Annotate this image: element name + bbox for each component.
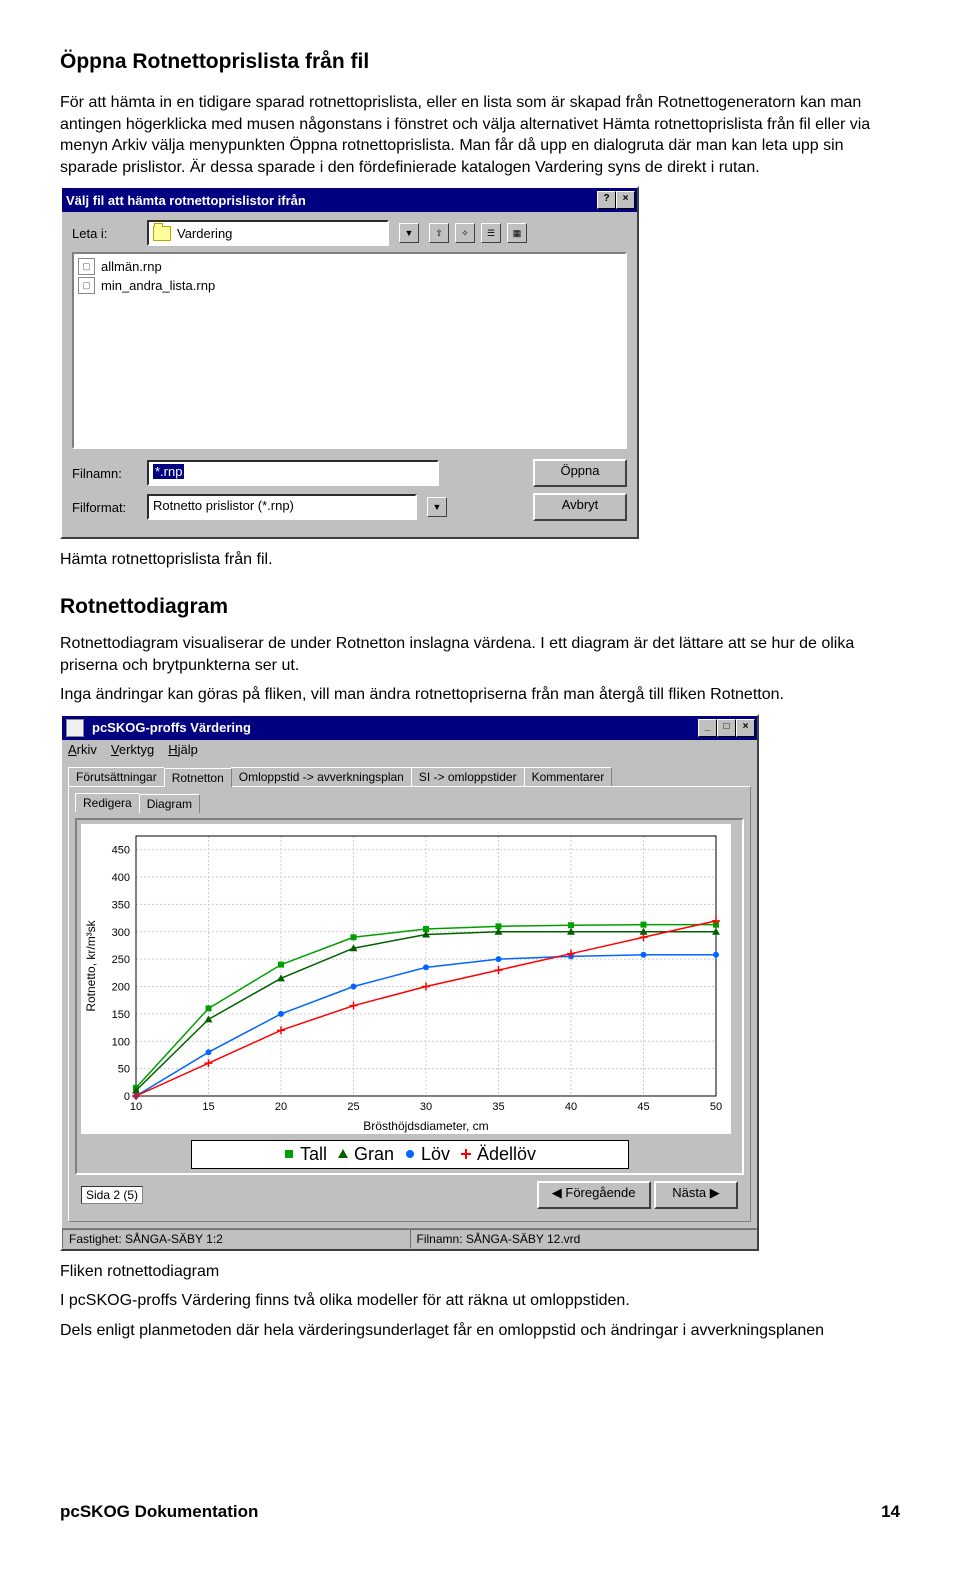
app-titlebar: pcSKOG-proffs Värdering _ □ ×	[62, 716, 757, 740]
close-icon[interactable]: ×	[736, 719, 755, 737]
body-paragraph: I pcSKOG-proffs Värdering finns två olik…	[60, 1290, 900, 1312]
maximize-icon[interactable]: □	[717, 719, 736, 737]
svg-text:50: 50	[710, 1101, 722, 1113]
svg-text:200: 200	[112, 981, 130, 993]
app-window: pcSKOG-proffs Värdering _ □ × Arkiv Verk…	[60, 714, 759, 1251]
menubar: Arkiv Verktyg Hjälp	[62, 740, 757, 759]
tab-forutsattningar[interactable]: Förutsättningar	[68, 767, 165, 786]
tab-si-omloppstider[interactable]: SI -> omloppstider	[411, 767, 525, 786]
look-in-combo[interactable]: Vardering	[147, 220, 389, 246]
legend-adellov: Ädellöv	[460, 1144, 536, 1165]
footer-title: pcSKOG Dokumentation	[60, 1502, 258, 1522]
svg-text:40: 40	[565, 1101, 577, 1113]
titlebar: Välj fil att hämta rotnettoprislistor if…	[62, 188, 637, 212]
look-in-label: Leta i:	[72, 226, 137, 241]
main-tabs: Förutsättningar Rotnetton Omloppstid -> …	[68, 767, 751, 786]
new-folder-icon[interactable]: ✧	[455, 223, 475, 243]
chevron-down-icon[interactable]: ▼	[399, 223, 419, 243]
tab-kommentarer[interactable]: Kommentarer	[524, 767, 613, 786]
svg-text:Brösthöjdsdiameter, cm: Brösthöjdsdiameter, cm	[363, 1119, 488, 1133]
status-filnamn: Filnamn: SÅNGA-SÄBY 12.vrd	[410, 1229, 758, 1249]
svg-text:50: 50	[118, 1063, 130, 1075]
svg-text:30: 30	[420, 1101, 432, 1113]
svg-text:35: 35	[492, 1101, 504, 1113]
chart-area: 0501001502002503003504004501015202530354…	[75, 818, 744, 1175]
current-folder: Vardering	[177, 226, 232, 241]
dialog-title: Välj fil att hämta rotnettoprislistor if…	[66, 193, 306, 208]
section-heading-2: Rotnettodiagram	[60, 595, 900, 619]
svg-text:150: 150	[112, 1009, 130, 1021]
minimize-icon[interactable]: _	[698, 719, 717, 737]
rotnetto-chart: 0501001502002503003504004501015202530354…	[81, 824, 731, 1134]
details-view-icon[interactable]: ▦	[507, 223, 527, 243]
folder-icon	[153, 226, 171, 241]
svg-text:15: 15	[202, 1101, 214, 1113]
legend-tall: Tall	[283, 1144, 327, 1165]
tab-panel: Redigera Diagram 05010015020025030035040…	[68, 786, 751, 1222]
list-item[interactable]: ▢ min_andra_lista.rnp	[78, 277, 621, 294]
svg-text:450: 450	[112, 844, 130, 856]
svg-text:350: 350	[112, 899, 130, 911]
cancel-button[interactable]: Avbryt	[533, 493, 627, 521]
open-button[interactable]: Öppna	[533, 459, 627, 487]
intro-paragraph: För att hämta in en tidigare sparad rotn…	[60, 92, 900, 178]
legend: Tall Gran Löv Ädellöv	[191, 1140, 629, 1169]
file-icon: ▢	[78, 277, 95, 294]
filetype-combo[interactable]: Rotnetto prislistor (*.rnp)	[147, 494, 417, 520]
svg-text:Rotnetto, kr/m³sk: Rotnetto, kr/m³sk	[84, 919, 98, 1011]
legend-gran: Gran	[337, 1144, 394, 1165]
section-heading: Öppna Rotnettoprislista från fil	[60, 50, 900, 74]
legend-lov: Löv	[404, 1144, 450, 1165]
body-paragraph: Rotnettodiagram visualiserar de under Ro…	[60, 633, 900, 676]
svg-text:10: 10	[130, 1101, 142, 1113]
file-icon: ▢	[78, 258, 95, 275]
svg-text:250: 250	[112, 954, 130, 966]
svg-text:25: 25	[347, 1101, 359, 1113]
svg-text:300: 300	[112, 927, 130, 939]
menu-arkiv[interactable]: Arkiv	[68, 742, 97, 757]
file-name: allmän.rnp	[101, 259, 162, 274]
file-list[interactable]: ▢ allmän.rnp ▢ min_andra_lista.rnp	[72, 252, 627, 449]
app-caption: Fliken rotnettodiagram	[60, 1261, 900, 1283]
sub-tabs: Redigera Diagram	[75, 793, 744, 812]
body-paragraph: Inga ändringar kan göras på fliken, vill…	[60, 684, 900, 706]
tab-omloppstid[interactable]: Omloppstid -> avverkningsplan	[231, 767, 412, 786]
next-button[interactable]: Nästa ▶	[654, 1181, 738, 1209]
prev-button[interactable]: ◀ Föregående	[537, 1181, 651, 1209]
app-title: pcSKOG-proffs Värdering	[92, 720, 251, 735]
svg-text:400: 400	[112, 872, 130, 884]
close-icon[interactable]: ×	[616, 191, 635, 209]
subtab-diagram[interactable]: Diagram	[139, 794, 200, 813]
svg-text:20: 20	[275, 1101, 287, 1113]
list-item[interactable]: ▢ allmän.rnp	[78, 258, 621, 275]
status-fastighet: Fastighet: SÅNGA-SÄBY 1:2	[62, 1229, 410, 1249]
svg-text:100: 100	[112, 1036, 130, 1048]
subtab-redigera[interactable]: Redigera	[75, 793, 140, 812]
help-icon[interactable]: ?	[597, 191, 616, 209]
file-name: min_andra_lista.rnp	[101, 278, 215, 293]
status-bar: Fastighet: SÅNGA-SÄBY 1:2 Filnamn: SÅNGA…	[62, 1228, 757, 1249]
list-view-icon[interactable]: ☰	[481, 223, 501, 243]
up-folder-icon[interactable]: ⇧	[429, 223, 449, 243]
filename-input[interactable]: *.rnp	[147, 460, 439, 486]
body-paragraph: Dels enligt planmetoden där hela värderi…	[60, 1320, 900, 1342]
svg-text:45: 45	[637, 1101, 649, 1113]
tab-rotnetton[interactable]: Rotnetton	[164, 768, 232, 787]
filetype-label: Filformat:	[72, 500, 137, 515]
chevron-down-icon[interactable]: ▼	[427, 497, 447, 517]
menu-verktyg[interactable]: Verktyg	[111, 742, 154, 757]
file-open-dialog: Välj fil att hämta rotnettoprislistor if…	[60, 186, 639, 539]
dialog-caption: Hämta rotnettoprislista från fil.	[60, 549, 900, 571]
page-indicator: Sida 2 (5)	[81, 1186, 143, 1204]
menu-hjalp[interactable]: Hjälp	[168, 742, 198, 757]
page-number: 14	[881, 1502, 900, 1522]
filename-label: Filnamn:	[72, 466, 137, 481]
app-icon	[66, 719, 84, 737]
